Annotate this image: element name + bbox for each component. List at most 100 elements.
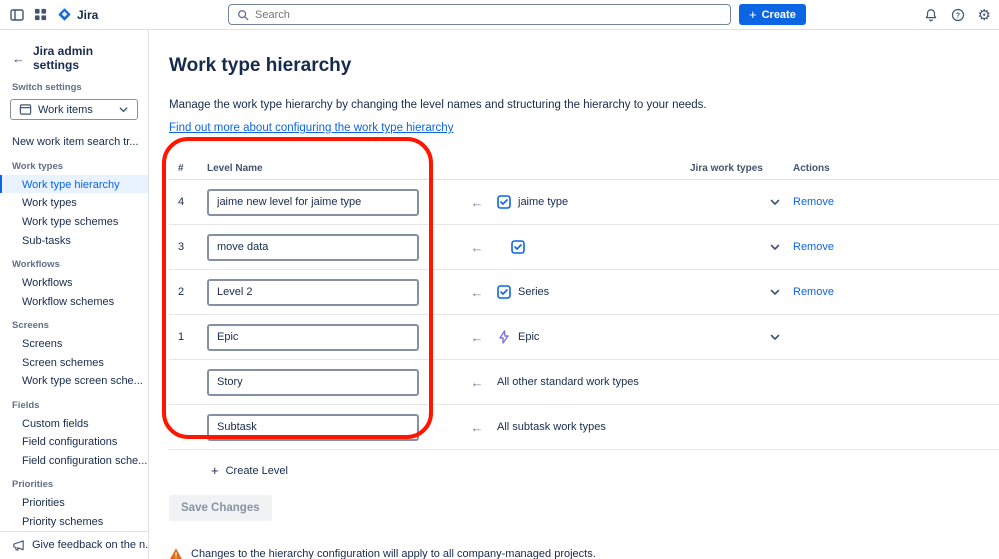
back-to-admin-settings[interactable]: ← Jira admin settings — [0, 36, 148, 78]
learn-more-link[interactable]: Find out more about configuring the work… — [169, 122, 453, 134]
svg-text:?: ? — [955, 13, 959, 20]
app-name-label: Jira — [77, 8, 98, 22]
sidebar-item-work-types[interactable]: Work types — [0, 193, 148, 212]
task-work-type-icon — [497, 285, 511, 299]
warning-icon — [169, 547, 183, 559]
settings-switcher-value: Work items — [38, 104, 93, 116]
search-input[interactable] — [255, 9, 722, 21]
level-name-input[interactable] — [207, 324, 419, 351]
header-number: # — [169, 163, 207, 174]
work-type-label: jaime type — [518, 196, 568, 208]
work-type-dropdown-chevron[interactable] — [757, 241, 793, 253]
section-title-work-types: Work types — [0, 151, 148, 175]
switch-settings-label: Switch settings — [0, 78, 148, 95]
remove-link[interactable]: Remove — [793, 286, 834, 298]
sidebar-item-work-type-hierarchy[interactable]: Work type hierarchy — [0, 175, 148, 194]
section-title-fields: Fields — [0, 390, 148, 414]
work-type-label: All other standard work types — [497, 376, 639, 388]
sidebar-item-work-type-screen-schemes[interactable]: Work type screen sche... — [0, 371, 148, 390]
left-arrow-icon: ← — [457, 285, 497, 300]
back-arrow-icon: ← — [12, 51, 25, 66]
header-level-name: Level Name — [207, 163, 457, 174]
app-switcher-icon[interactable] — [34, 8, 47, 21]
table-row: 2 ← Series Remove — [169, 270, 999, 315]
header-jira-work-types: Jira work types — [497, 163, 793, 174]
header-actions: Actions — [793, 163, 999, 174]
sidebar-item-screens[interactable]: Screens — [0, 334, 148, 353]
table-row: ← All subtask work types — [169, 405, 999, 450]
hierarchy-table: # Level Name Jira work types Actions 4 ←… — [169, 158, 999, 450]
table-row: ← All other standard work types — [169, 360, 999, 405]
megaphone-icon — [12, 539, 25, 552]
sidebar-item-work-type-schemes[interactable]: Work type schemes — [0, 212, 148, 231]
admin-settings-sidebar: ← Jira admin settings Switch settings Wo… — [0, 30, 149, 559]
section-title-screens: Screens — [0, 310, 148, 334]
give-feedback-link[interactable]: Give feedback on the n... — [0, 531, 148, 559]
level-name-input[interactable] — [207, 414, 419, 441]
plus-icon: + — [211, 463, 219, 478]
navigation-toggle-icon[interactable] — [10, 8, 24, 22]
section-title-workflows: Workflows — [0, 249, 148, 273]
work-type-label: All subtask work types — [497, 421, 606, 433]
warning-text: Changes to the hierarchy configuration w… — [191, 548, 596, 559]
task-work-type-icon — [511, 240, 525, 254]
row-number: 1 — [169, 331, 207, 343]
sidebar-item-priorities[interactable]: Priorities — [0, 493, 148, 512]
work-type-label: Epic — [518, 331, 539, 343]
table-row: 4 ← jaime type Remove — [169, 180, 999, 225]
level-name-input[interactable] — [207, 279, 419, 306]
sidebar-title: Jira admin settings — [33, 44, 136, 72]
work-type-label: Series — [518, 286, 549, 298]
row-number: 3 — [169, 241, 207, 253]
save-changes-button[interactable]: Save Changes — [169, 495, 272, 521]
row-number: 4 — [169, 196, 207, 208]
work-type-dropdown-chevron[interactable] — [757, 331, 793, 343]
epic-work-type-icon — [497, 330, 511, 344]
left-arrow-icon: ← — [457, 330, 497, 345]
work-items-icon — [19, 103, 32, 116]
sidebar-item-custom-fields[interactable]: Custom fields — [0, 414, 148, 433]
sidebar-item-workflows[interactable]: Workflows — [0, 273, 148, 292]
row-number: 2 — [169, 286, 207, 298]
work-type-dropdown-chevron[interactable] — [757, 286, 793, 298]
page-title: Work type hierarchy — [169, 55, 999, 77]
page-description: Manage the work type hierarchy by changi… — [169, 99, 999, 111]
main-content: Work type hierarchy Manage the work type… — [149, 30, 999, 559]
top-navigation-bar: Jira + Create ? ⚙ — [0, 0, 999, 30]
sidebar-item-sub-tasks[interactable]: Sub-tasks — [0, 231, 148, 250]
work-type-dropdown-chevron[interactable] — [757, 196, 793, 208]
level-name-input[interactable] — [207, 189, 419, 216]
notifications-bell-icon[interactable] — [924, 8, 938, 22]
left-arrow-icon: ← — [457, 240, 497, 255]
remove-link[interactable]: Remove — [793, 241, 834, 253]
sidebar-item-screen-schemes[interactable]: Screen schemes — [0, 353, 148, 372]
settings-switcher-dropdown[interactable]: Work items — [10, 99, 138, 120]
chevron-down-icon — [118, 104, 129, 115]
sidebar-item-workflow-schemes[interactable]: Workflow schemes — [0, 292, 148, 311]
give-feedback-label: Give feedback on the n... — [32, 539, 148, 551]
warning-message: Changes to the hierarchy configuration w… — [169, 547, 999, 559]
sidebar-item-field-configuration-schemes[interactable]: Field configuration sche... — [0, 451, 148, 470]
left-arrow-icon: ← — [457, 375, 497, 390]
search-icon — [237, 9, 249, 21]
plus-icon: + — [749, 8, 757, 21]
help-icon[interactable]: ? — [951, 8, 965, 22]
remove-link[interactable]: Remove — [793, 196, 834, 208]
left-arrow-icon: ← — [457, 195, 497, 210]
jira-home-logo[interactable]: Jira — [57, 7, 98, 22]
table-row: 1 ← Epic — [169, 315, 999, 360]
section-title-priorities: Priorities — [0, 469, 148, 493]
sidebar-item-new-work-item-search[interactable]: New work item search tr... — [0, 132, 148, 151]
left-arrow-icon: ← — [457, 420, 497, 435]
level-name-input[interactable] — [207, 369, 419, 396]
sidebar-item-priority-schemes[interactable]: Priority schemes — [0, 512, 148, 531]
create-button[interactable]: + Create — [739, 4, 806, 25]
create-button-label: Create — [762, 9, 796, 21]
level-name-input[interactable] — [207, 234, 419, 261]
global-search[interactable] — [228, 4, 731, 25]
sidebar-item-field-configurations[interactable]: Field configurations — [0, 432, 148, 451]
settings-gear-icon[interactable]: ⚙ — [978, 8, 991, 23]
create-level-button[interactable]: + Create Level — [211, 463, 288, 478]
table-row: 3 ← Remove — [169, 225, 999, 270]
create-level-label: Create Level — [226, 465, 288, 477]
